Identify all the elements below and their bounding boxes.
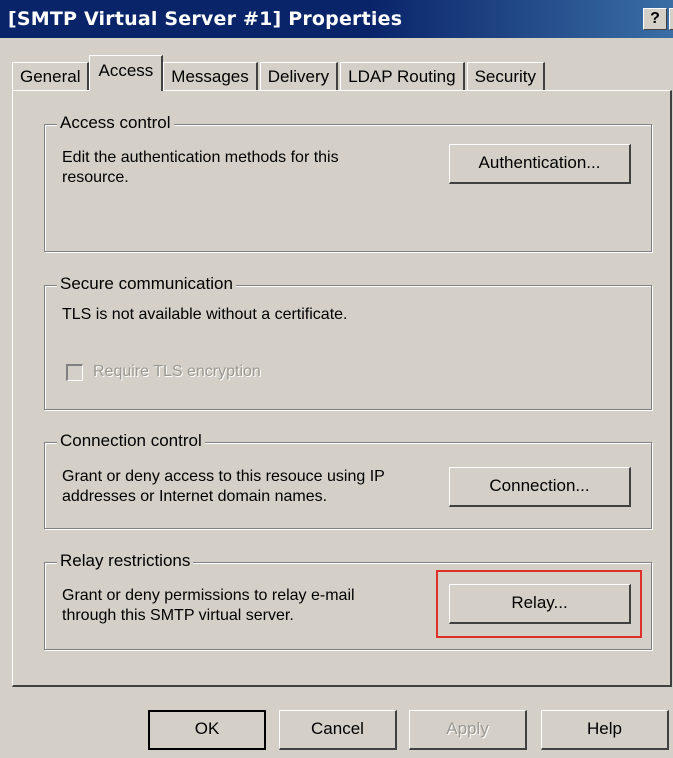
- properties-dialog: [SMTP Virtual Server #1] Properties ? X …: [0, 0, 673, 758]
- tab-general[interactable]: General: [12, 62, 90, 90]
- window-title: [SMTP Virtual Server #1] Properties: [8, 8, 403, 30]
- connection-button[interactable]: Connection...: [449, 467, 631, 507]
- access-control-label: Access control: [57, 113, 174, 133]
- secure-communication-label: Secure communication: [57, 274, 236, 294]
- require-tls-row: Require TLS encryption: [66, 361, 261, 383]
- secure-communication-group: Secure communication: [44, 274, 652, 410]
- tab-access[interactable]: Access: [89, 55, 164, 91]
- relay-restrictions-description: Grant or deny permissions to relay e-mai…: [62, 587, 355, 624]
- dialog-button-bar: OK Cancel Apply Help: [0, 700, 673, 758]
- tab-messages[interactable]: Messages: [163, 62, 258, 90]
- relay-restrictions-label: Relay restrictions: [57, 551, 194, 571]
- tab-delivery[interactable]: Delivery: [259, 62, 339, 90]
- connection-control-label: Connection control: [57, 431, 205, 451]
- require-tls-label: Require TLS encryption: [93, 363, 261, 380]
- connection-control-description: Grant or deny access to this resouce usi…: [62, 468, 385, 505]
- cancel-button[interactable]: Cancel: [279, 710, 397, 750]
- require-tls-checkbox[interactable]: [66, 363, 83, 381]
- tab-security[interactable]: Security: [466, 62, 546, 90]
- help-button[interactable]: Help: [541, 710, 669, 750]
- title-bar[interactable]: [SMTP Virtual Server #1] Properties ? X: [0, 0, 673, 38]
- ok-button[interactable]: OK: [148, 710, 266, 750]
- access-control-description: Edit the authentication methods for this…: [62, 149, 339, 186]
- tls-status-text: TLS is not available without a certifica…: [62, 306, 348, 323]
- apply-button[interactable]: Apply: [409, 710, 527, 750]
- close-icon[interactable]: X: [669, 8, 673, 30]
- authentication-button[interactable]: Authentication...: [449, 144, 631, 184]
- help-icon[interactable]: ?: [643, 8, 667, 30]
- tab-ldap-routing[interactable]: LDAP Routing: [340, 62, 465, 90]
- relay-button[interactable]: Relay...: [449, 584, 631, 624]
- tab-strip: General Access Messages Delivery LDAP Ro…: [12, 54, 547, 91]
